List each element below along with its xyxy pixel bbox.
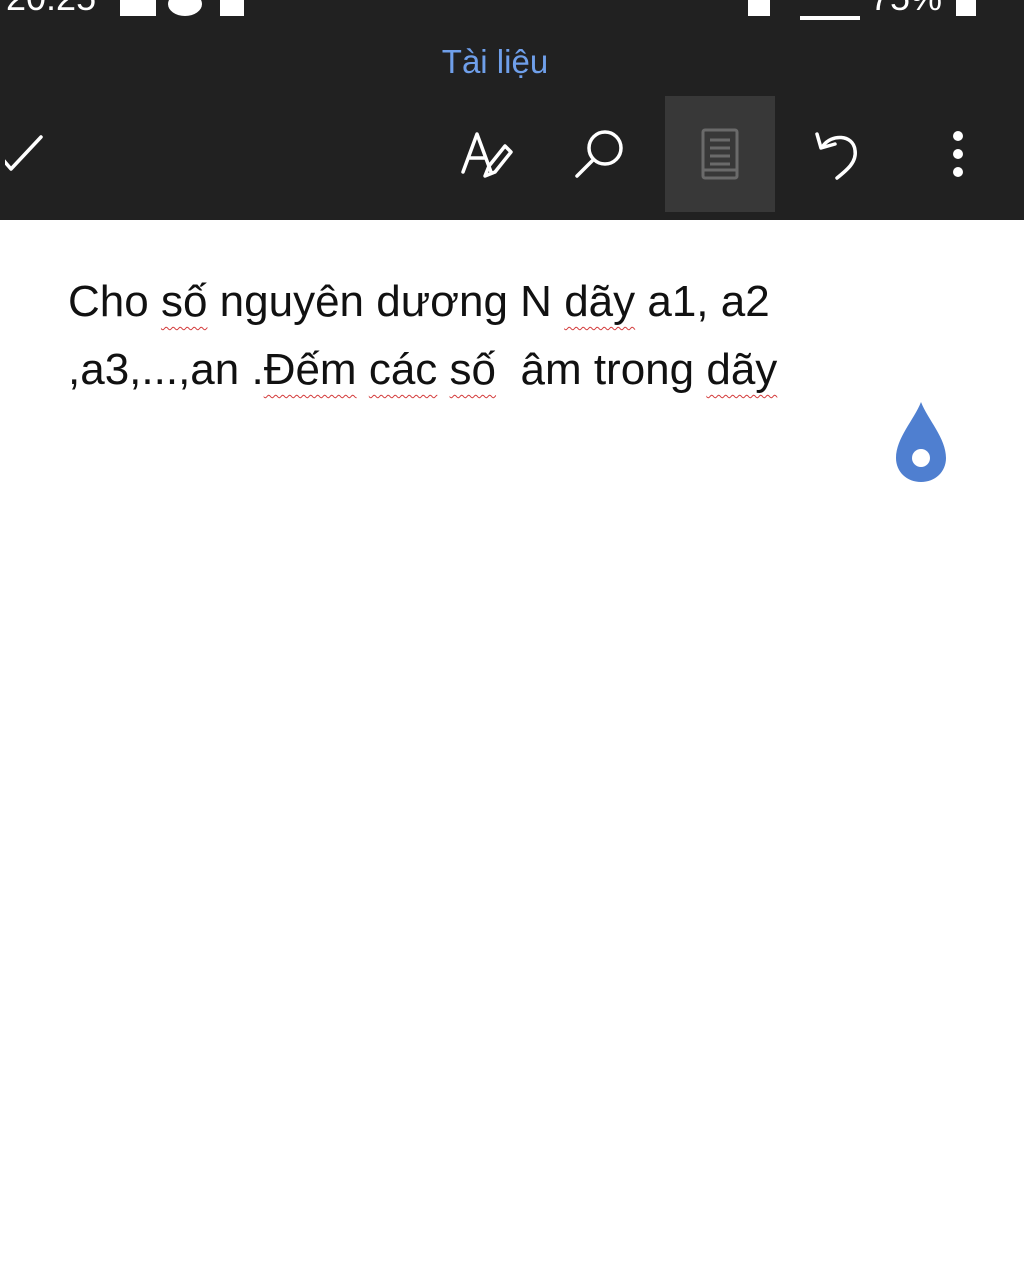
notification-icon bbox=[120, 0, 156, 16]
misspelled-word[interactable]: số bbox=[450, 345, 496, 394]
misspelled-word[interactable]: Đếm bbox=[264, 345, 357, 394]
misspelled-word[interactable]: dãy bbox=[564, 277, 635, 326]
battery-icon bbox=[956, 0, 976, 16]
misspelled-word[interactable]: dãy bbox=[706, 345, 777, 394]
clipboard-icon bbox=[220, 0, 244, 16]
text-run: âm trong bbox=[496, 345, 707, 394]
text-cursor-handle[interactable] bbox=[892, 400, 950, 491]
text-run: a1, a2 bbox=[635, 277, 770, 326]
format-pen-icon bbox=[461, 132, 513, 178]
misspelled-word[interactable]: các bbox=[369, 345, 437, 394]
signal-icon bbox=[800, 0, 860, 20]
text-run: ,a3,...,an . bbox=[68, 345, 264, 394]
more-options-button[interactable] bbox=[928, 96, 988, 212]
undo-button[interactable] bbox=[794, 96, 884, 212]
done-button[interactable] bbox=[0, 96, 60, 212]
top-app-bar: 20:25 75% Tài liệu bbox=[0, 0, 1024, 220]
document-line-1: Cho số nguyên dương N dãy a1, a2 bbox=[68, 268, 968, 336]
text-run: nguyên dương N bbox=[207, 277, 565, 326]
sim-icon bbox=[748, 0, 770, 16]
app-notification-icon bbox=[168, 0, 202, 16]
text-run bbox=[357, 345, 369, 394]
text-run bbox=[437, 345, 449, 394]
document-line-2: ,a3,...,an .Đếm các số âm trong dãy bbox=[68, 336, 968, 404]
battery-level: 75% bbox=[870, 0, 942, 18]
document-body[interactable]: Cho số nguyên dương N dãy a1, a2 ,a3,...… bbox=[68, 268, 968, 404]
reading-view-icon bbox=[701, 128, 739, 180]
undo-icon bbox=[815, 132, 857, 180]
search-button[interactable] bbox=[556, 96, 646, 212]
more-vertical-icon bbox=[953, 131, 963, 177]
reading-view-button[interactable] bbox=[665, 96, 775, 212]
misspelled-word[interactable]: số bbox=[161, 277, 207, 326]
document-title[interactable]: Tài liệu bbox=[0, 40, 990, 84]
check-icon bbox=[5, 135, 43, 171]
search-icon bbox=[575, 130, 623, 178]
status-bar: 20:25 75% bbox=[0, 0, 1024, 20]
cursor-drop-icon bbox=[896, 402, 946, 482]
text-run: Cho bbox=[68, 277, 161, 326]
format-button[interactable] bbox=[440, 96, 530, 212]
status-time: 20:25 bbox=[6, 0, 96, 18]
